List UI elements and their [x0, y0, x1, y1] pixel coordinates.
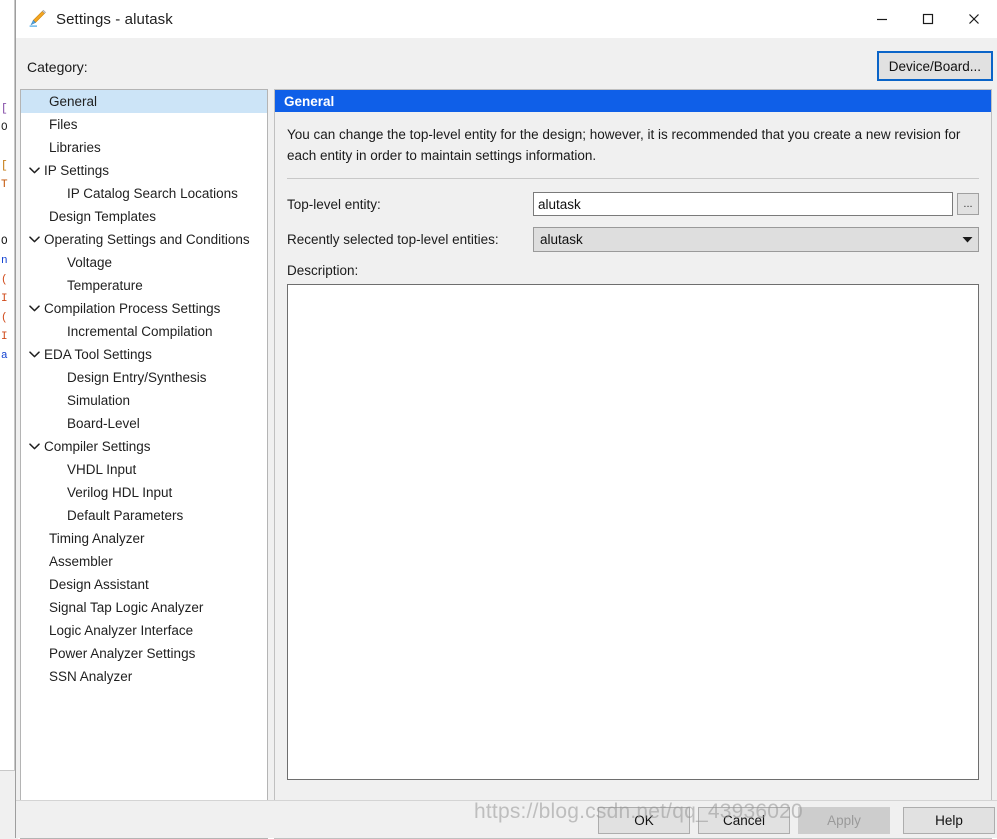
- tree-item-libraries[interactable]: Libraries: [21, 136, 267, 159]
- browse-button-label: ...: [963, 197, 973, 210]
- tree-item-label: SSN Analyzer: [49, 669, 133, 684]
- ok-button-label: OK: [634, 813, 654, 828]
- tree-item-label: Timing Analyzer: [49, 531, 145, 546]
- pencil-icon: [26, 8, 48, 30]
- chevron-down-icon[interactable]: [26, 166, 42, 175]
- tree-item-design-entry-synthesis[interactable]: Design Entry/Synthesis: [21, 366, 267, 389]
- tree-item-label: Temperature: [67, 278, 143, 293]
- cancel-button-label: Cancel: [722, 813, 766, 828]
- title-bar: Settings - alutask: [16, 0, 997, 38]
- recently-selected-label: Recently selected top-level entities:: [287, 232, 499, 247]
- tree-item-vhdl-input[interactable]: VHDL Input: [21, 458, 267, 481]
- tree-item-label: General: [49, 94, 98, 109]
- maximize-button[interactable]: [905, 0, 951, 38]
- dialog-client-area: Category: Device/Board... General Files Li…: [16, 38, 997, 839]
- help-button-label: Help: [935, 813, 963, 828]
- ok-button[interactable]: OK: [598, 807, 690, 834]
- tree-item-timing-analyzer[interactable]: Timing Analyzer: [21, 527, 267, 550]
- tree-item-signal-tap-logic-analyzer[interactable]: Signal Tap Logic Analyzer: [21, 596, 267, 619]
- tree-item-verilog-hdl-input[interactable]: Verilog HDL Input: [21, 481, 267, 504]
- tree-item-label: Compilation Process Settings: [44, 301, 221, 316]
- recently-selected-value: alutask: [540, 232, 583, 247]
- minimize-button[interactable]: [859, 0, 905, 38]
- recently-selected-row: Recently selected top-level entities: al…: [287, 227, 979, 252]
- window-controls: [859, 0, 997, 38]
- tree-item-label: Voltage: [67, 255, 113, 270]
- tree-item-incremental-compilation[interactable]: Incremental Compilation: [21, 320, 267, 343]
- category-tree[interactable]: General Files Libraries IP Settings IP Catal…: [21, 90, 267, 814]
- tree-item-label: Design Templates: [49, 209, 157, 224]
- tree-item-label: Design Entry/Synthesis: [67, 370, 207, 385]
- tree-item-default-parameters[interactable]: Default Parameters: [21, 504, 267, 527]
- tree-item-label: Incremental Compilation: [67, 324, 213, 339]
- tree-item-compiler-settings[interactable]: Compiler Settings: [21, 435, 267, 458]
- panel-body: You can change the top-level entity for …: [275, 112, 991, 838]
- tree-item-ip-settings[interactable]: IP Settings: [21, 159, 267, 182]
- tree-item-ip-catalog-search-locations[interactable]: IP Catalog Search Locations: [21, 182, 267, 205]
- tree-item-eda-tool-settings[interactable]: EDA Tool Settings: [21, 343, 267, 366]
- tree-item-label: Simulation: [67, 393, 131, 408]
- tree-item-label: Verilog HDL Input: [67, 485, 173, 500]
- tree-item-label: Board-Level: [67, 416, 140, 431]
- chevron-down-icon[interactable]: [26, 235, 42, 244]
- panel-description-text: You can change the top-level entity for …: [287, 127, 961, 163]
- apply-button: Apply: [798, 807, 890, 834]
- tree-item-label: Power Analyzer Settings: [49, 646, 196, 661]
- apply-button-label: Apply: [827, 813, 861, 828]
- tree-item-files[interactable]: Files: [21, 113, 267, 136]
- panel-header: General: [275, 90, 991, 112]
- tree-item-operating-settings-and-conditions[interactable]: Operating Settings and Conditions: [21, 228, 267, 251]
- tree-item-label: EDA Tool Settings: [44, 347, 152, 362]
- category-label: Category:: [27, 59, 88, 75]
- tree-item-label: Libraries: [49, 140, 101, 155]
- window-title: Settings - alutask: [56, 10, 173, 28]
- settings-dialog: Settings - alutask Category: Device/Boar…: [15, 0, 997, 839]
- top-level-entity-row: Top-level entity: ...: [287, 192, 979, 216]
- general-settings-panel: General You can change the top-level ent…: [274, 89, 992, 839]
- description-textarea[interactable]: [287, 284, 979, 780]
- tree-item-label: Logic Analyzer Interface: [49, 623, 194, 638]
- tree-item-board-level[interactable]: Board-Level: [21, 412, 267, 435]
- tree-item-temperature[interactable]: Temperature: [21, 274, 267, 297]
- tree-item-label: Default Parameters: [67, 508, 184, 523]
- tree-item-ssn-analyzer[interactable]: SSN Analyzer: [21, 665, 267, 688]
- tree-item-voltage[interactable]: Voltage: [21, 251, 267, 274]
- tree-item-label: Compiler Settings: [44, 439, 151, 454]
- tree-item-power-analyzer-settings[interactable]: Power Analyzer Settings: [21, 642, 267, 665]
- device-board-button-label: Device/Board...: [888, 58, 981, 74]
- help-button[interactable]: Help: [903, 807, 995, 834]
- chevron-down-icon: [956, 236, 978, 244]
- chevron-down-icon[interactable]: [26, 442, 42, 451]
- chevron-down-icon[interactable]: [26, 350, 42, 359]
- tree-item-general[interactable]: General: [21, 90, 267, 113]
- description-label: Description:: [287, 263, 359, 278]
- tree-item-label: IP Catalog Search Locations: [67, 186, 238, 201]
- device-board-button[interactable]: Device/Board...: [876, 51, 993, 81]
- dialog-button-bar: OK Cancel Apply Help: [16, 800, 997, 838]
- tree-item-design-assistant[interactable]: Design Assistant: [21, 573, 267, 596]
- chevron-down-icon[interactable]: [26, 304, 42, 313]
- close-button[interactable]: [951, 0, 997, 38]
- recently-selected-dropdown[interactable]: alutask: [533, 227, 979, 252]
- separator: [287, 178, 979, 179]
- tree-item-logic-analyzer-interface[interactable]: Logic Analyzer Interface: [21, 619, 267, 642]
- tree-item-label: Operating Settings and Conditions: [44, 232, 250, 247]
- top-level-entity-label: Top-level entity:: [287, 196, 381, 212]
- category-tree-panel: General Files Libraries IP Settings IP Catal…: [20, 89, 268, 839]
- browse-button[interactable]: ...: [957, 193, 979, 215]
- top-level-entity-input[interactable]: [533, 192, 953, 216]
- tree-item-label: IP Settings: [44, 163, 110, 178]
- tree-item-label: VHDL Input: [67, 462, 137, 477]
- tree-item-label: Files: [49, 117, 78, 132]
- tree-item-simulation[interactable]: Simulation: [21, 389, 267, 412]
- tree-item-compilation-process-settings[interactable]: Compilation Process Settings: [21, 297, 267, 320]
- tree-item-design-templates[interactable]: Design Templates: [21, 205, 267, 228]
- tree-item-label: Design Assistant: [49, 577, 149, 592]
- cancel-button[interactable]: Cancel: [698, 807, 790, 834]
- tree-item-label: Signal Tap Logic Analyzer: [49, 600, 204, 615]
- tree-item-assembler[interactable]: Assembler: [21, 550, 267, 573]
- tree-item-label: Assembler: [49, 554, 113, 569]
